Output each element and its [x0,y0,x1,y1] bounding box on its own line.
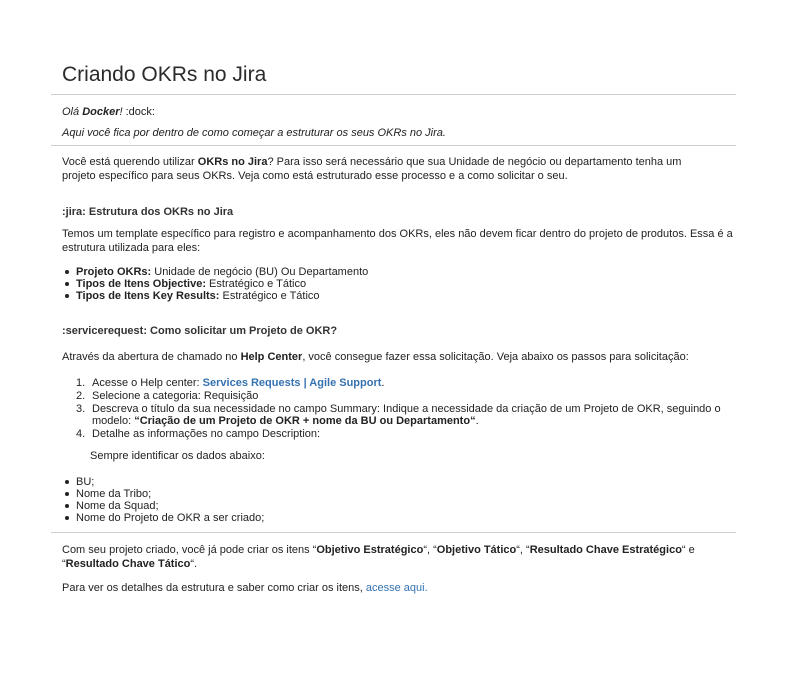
section-jira-text: Temos um template específico para regist… [62,228,733,254]
required-data-list: BU; Nome da Tribo; Nome da Squad; Nome d… [62,476,738,524]
closing-bold: Resultado Chave Estratégico [529,544,682,556]
request-text-pre: Através da abertura de chamado no [62,351,241,363]
list-item: Projeto OKRs: Unidade de negócio (BU) Ou… [62,266,738,278]
step-text-post: . [475,415,479,427]
greeting-name: Docker [82,106,120,118]
list-item: Tipos de Itens Key Results: Estratégico … [62,290,738,302]
dock-emoji-icon: :dock: [125,106,155,118]
request-steps-list: 1. Acesse o Help center: Services Request… [76,377,738,440]
okr-structure-list: Projeto OKRs: Unidade de negócio (BU) Ou… [62,266,738,302]
access-here-link[interactable]: acesse aqui. [366,582,428,594]
greeting: Olá Docker! :dock: [62,105,738,119]
closing-bold: Objetivo Estratégico [316,544,424,556]
list-item-value: Estratégico e Tático [219,290,320,302]
step-text: Selecione a categoria: Requisição [92,390,259,402]
step-number: 2. [76,390,86,402]
intro-bold: OKRs no Jira [197,156,268,168]
help-center-bold: Help Center [240,351,303,363]
list-item-value: Unidade de negócio (BU) Ou Departamento [151,266,369,278]
list-item-value: Estratégico e Tático [206,278,307,290]
closing-bold: Objetivo Tático [436,544,517,556]
step-item: 2. Selecione a categoria: Requisição [76,390,738,402]
list-item-label: Tipos de Itens Key Results: [76,290,220,302]
intro-text-pre: Você está querendo utilizar [62,156,198,168]
identify-note: Sempre identificar os dados abaixo: [90,450,265,462]
closing-paragraph: Com seu projeto criado, você já pode cri… [62,543,732,571]
step-model-bold: “Criação de um Projeto de OKR + nome da … [134,415,476,427]
list-item: Nome do Projeto de OKR a ser criado; [62,512,738,524]
section-jira-heading: :jira: Estrutura dos OKRs no Jira [62,206,234,218]
step-item: 3. Descreva o título da sua necessidade n… [76,403,738,427]
section-request-heading: :servicerequest: Como solicitar um Proje… [62,325,338,337]
list-item: Tipos de Itens Objective: Estratégico e … [62,278,738,290]
subtitle: Aqui você fica por dentro de como começa… [62,127,446,139]
step-number: 1. [76,377,86,389]
closing-text: “, “ [516,544,530,556]
services-requests-link[interactable]: Services Requests | Agile Support [203,377,382,389]
closing-text: “. [190,558,198,570]
step-text: Acesse o Help center: [92,377,203,389]
details-text: Para ver os detalhes da estrutura e sabe… [62,582,366,594]
greeting-prefix: Olá [62,106,83,118]
list-item: BU; [62,476,738,488]
list-item-label: Projeto OKRs: [76,266,152,278]
step-number: 3. [76,403,86,415]
closing-text: Com seu projeto criado, você já pode cri… [62,544,317,556]
details-paragraph: Para ver os detalhes da estrutura e sabe… [62,581,738,595]
closing-bold: Resultado Chave Tático [65,558,191,570]
document-page: Criando OKRs no Jira Olá Docker! :dock: … [0,0,793,700]
step-text-post: . [381,377,385,389]
page-title: Criando OKRs no Jira [62,63,267,86]
request-text-post: , você consegue fazer essa solicitação. … [302,351,689,363]
closing-divider [51,532,736,533]
step-item: 4. Detalhe as informações no campo Descri… [76,428,738,440]
intro-paragraph: Você está querendo utilizar OKRs no Jira… [62,155,702,183]
step-number: 4. [76,428,86,440]
step-item: 1. Acesse o Help center: Services Request… [76,377,738,389]
list-item: Nome da Squad; [62,500,738,512]
closing-text: “, “ [423,544,437,556]
step-text: Detalhe as informações no campo Descript… [92,428,321,440]
list-item-label: Tipos de Itens Objective: [76,278,206,290]
section-request-text: Através da abertura de chamado no Help C… [62,350,738,364]
subtitle-divider [51,145,736,146]
title-divider [51,94,736,95]
list-item: Nome da Tribo; [62,488,738,500]
